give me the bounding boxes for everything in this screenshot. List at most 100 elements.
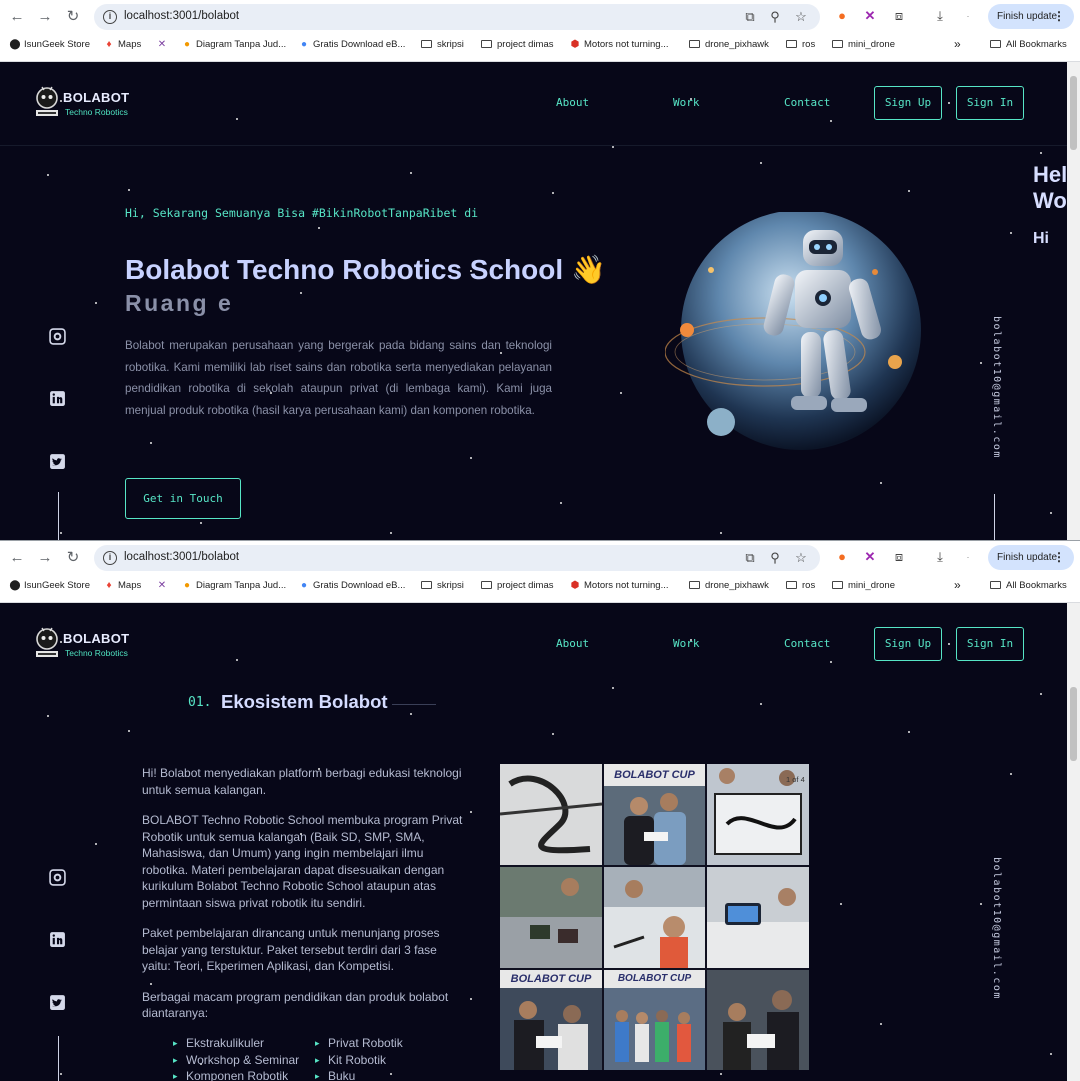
site-info-icon[interactable]: i [103, 10, 117, 24]
install-app-icon[interactable]: ⧉ [742, 9, 758, 25]
bookmark-folder[interactable]: ros [786, 39, 815, 50]
sign-up-button[interactable]: Sign Up [874, 86, 942, 120]
bookmark-label: IsunGeek Store [24, 580, 91, 591]
banner-text: BOLABOT CUP [500, 970, 602, 988]
extension-x-icon[interactable]: ✕ [862, 8, 878, 24]
twitter-icon[interactable] [49, 453, 66, 470]
github-icon[interactable] [49, 869, 66, 886]
side-email[interactable]: bolabot10@gmail.com [991, 316, 1002, 459]
install-app-icon[interactable]: ⧉ [742, 550, 758, 566]
extension-orange-icon[interactable]: ● [834, 549, 850, 565]
reload-icon[interactable]: ↻ [62, 6, 84, 28]
all-bookmarks-folder[interactable]: All Bookmarks [990, 39, 1067, 50]
zoom-icon[interactable]: ⚲ [767, 9, 783, 25]
section-divider [392, 704, 436, 705]
star-dot [840, 903, 842, 905]
bookmark-item[interactable]: ⬤ IsunGeek Store [9, 580, 90, 591]
photo-gallery[interactable]: BOLABOT CUP 1 of 4 BOLABOT CUP BOLABOT C… [500, 764, 809, 1070]
bookmark-item[interactable]: ⬢ Motors not turning... [569, 580, 669, 591]
scrollbar-thumb[interactable] [1070, 687, 1077, 761]
bookmark-item[interactable]: ♦ Maps [103, 580, 141, 591]
bookmark-item[interactable]: ♦ Maps [103, 39, 141, 50]
maps-pin-icon: ♦ [106, 39, 112, 50]
bookmark-label: Diagram Tanpa Jud... [196, 580, 287, 591]
forward-arrow-icon[interactable]: → [34, 6, 56, 28]
sign-in-button[interactable]: Sign In [956, 627, 1024, 661]
bookmark-folder[interactable]: skripsi [421, 580, 464, 591]
bookmark-folder[interactable]: skripsi [421, 39, 464, 50]
extension-orange-icon[interactable]: ● [834, 8, 850, 24]
nav-about[interactable]: About [556, 96, 589, 109]
sign-up-button[interactable]: Sign Up [874, 627, 942, 661]
certificate-photo [723, 990, 799, 1070]
bolabot-logo-icon[interactable] [34, 625, 60, 661]
profile-icon[interactable]: · [960, 8, 976, 24]
address-bar[interactable]: i localhost:3001/bolabot ⧉ ⚲ ☆ [94, 4, 820, 30]
back-arrow-icon[interactable]: ← [6, 6, 28, 28]
bookmark-folder[interactable]: drone_pixhawk [689, 39, 769, 50]
twitter-icon[interactable] [49, 994, 66, 1011]
bookmark-item[interactable]: ● Diagram Tanpa Jud... [181, 580, 286, 591]
nav-contact[interactable]: Contact [784, 96, 830, 109]
folder-icon [786, 40, 797, 48]
bookmark-folder[interactable]: project dimas [481, 580, 554, 591]
back-arrow-icon[interactable]: ← [6, 547, 28, 569]
extensions-puzzle-icon[interactable]: ⧈ [891, 549, 907, 565]
bookmark-folder[interactable]: mini_drone [832, 39, 895, 50]
bookmark-star-icon[interactable]: ☆ [793, 9, 809, 25]
bookmark-item[interactable]: ● Gratis Download eB... [298, 580, 405, 591]
bookmark-folder[interactable]: mini_drone [832, 580, 895, 591]
bookmark-item[interactable]: ● Gratis Download eB... [298, 39, 405, 50]
bookmark-folder[interactable]: ros [786, 580, 815, 591]
profile-icon[interactable]: · [960, 549, 976, 565]
bookmark-label: skripsi [437, 39, 464, 50]
gallery-photo [500, 867, 602, 968]
bookmark-folder[interactable]: drone_pixhawk [689, 580, 769, 591]
zoom-icon[interactable]: ⚲ [767, 550, 783, 566]
scrollbar-thumb[interactable] [1070, 76, 1077, 150]
bookmark-label: IsunGeek Store [24, 39, 91, 50]
bookmark-folder[interactable]: project dimas [481, 39, 554, 50]
bookmark-label: All Bookmarks [1006, 39, 1067, 50]
page-scrollbar[interactable] [1067, 62, 1080, 540]
bookmarks-overflow-icon[interactable]: » [954, 37, 961, 51]
logo-title[interactable]: BOLABOT [63, 631, 129, 646]
forward-arrow-icon[interactable]: → [34, 547, 56, 569]
download-icon[interactable]: ⤓ [932, 549, 948, 565]
bolabot-logo-icon[interactable] [34, 84, 60, 120]
extension-x-icon[interactable]: ✕ [862, 549, 878, 565]
finish-update-button[interactable]: Finish update ⋮ [988, 545, 1074, 570]
bookmark-label: All Bookmarks [1006, 580, 1067, 591]
bookmark-item[interactable]: ⬤ IsunGeek Store [9, 39, 90, 50]
sign-in-button[interactable]: Sign In [956, 86, 1024, 120]
folder-icon [832, 581, 843, 589]
get-in-touch-button[interactable]: Get in Touch [125, 478, 241, 519]
bookmark-item[interactable]: ● Diagram Tanpa Jud... [181, 39, 286, 50]
page-scrollbar[interactable] [1067, 603, 1080, 1081]
social-line [58, 1036, 59, 1081]
nav-work[interactable]: Work [673, 637, 700, 650]
download-icon[interactable]: ⤓ [932, 8, 948, 24]
bookmark-item[interactable]: ✕ [156, 39, 171, 50]
linkedin-icon[interactable] [49, 390, 66, 407]
linkedin-icon[interactable] [49, 931, 66, 948]
bookmark-item[interactable]: ✕ [156, 580, 171, 591]
all-bookmarks-folder[interactable]: All Bookmarks [990, 580, 1067, 591]
bookmarks-overflow-icon[interactable]: » [954, 578, 961, 592]
nav-work[interactable]: Work [673, 96, 700, 109]
more-menu-icon[interactable]: ⋮ [1053, 545, 1065, 570]
site-header: BOLABOT Techno Robotics About Work Conta… [0, 62, 1067, 146]
nav-about[interactable]: About [556, 637, 589, 650]
bookmark-star-icon[interactable]: ☆ [793, 550, 809, 566]
more-menu-icon[interactable]: ⋮ [1053, 4, 1065, 29]
address-bar[interactable]: i localhost:3001/bolabot ⧉ ⚲ ☆ [94, 545, 820, 571]
site-info-icon[interactable]: i [103, 551, 117, 565]
github-icon[interactable] [49, 328, 66, 345]
extensions-puzzle-icon[interactable]: ⧈ [891, 8, 907, 24]
logo-title[interactable]: BOLABOT [63, 90, 129, 105]
bookmark-item[interactable]: ⬢ Motors not turning... [569, 39, 669, 50]
finish-update-button[interactable]: Finish update ⋮ [988, 4, 1074, 29]
reload-icon[interactable]: ↻ [62, 547, 84, 569]
side-email[interactable]: bolabot10@gmail.com [991, 857, 1002, 1000]
nav-contact[interactable]: Contact [784, 637, 830, 650]
